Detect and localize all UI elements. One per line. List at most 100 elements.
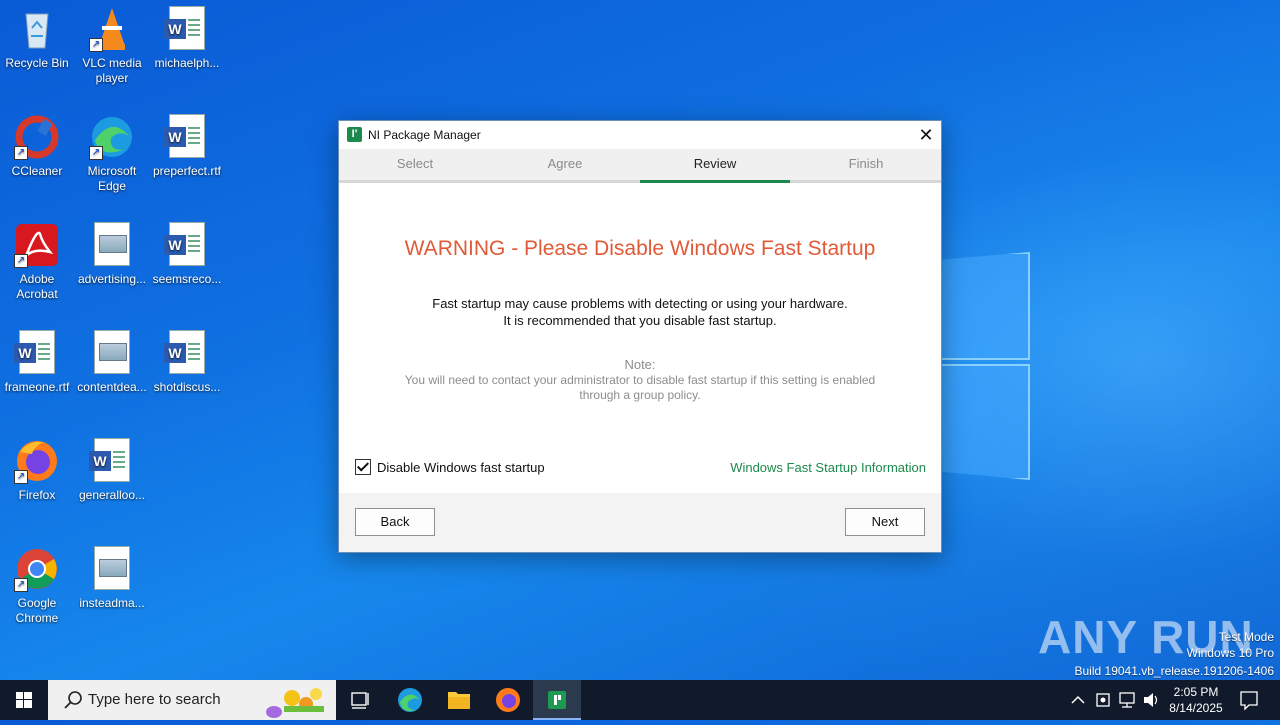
taskbar-clock[interactable]: 2:05 PM 8/14/2025 bbox=[1162, 684, 1230, 716]
desktop-icon[interactable]: contentdea... bbox=[75, 324, 149, 395]
desktop-icon[interactable]: ↗ VLC media player bbox=[75, 0, 149, 86]
step-finish: Finish bbox=[848, 156, 884, 171]
speaker-icon bbox=[1144, 693, 1158, 707]
desktop-icon[interactable]: ↗ CCleaner bbox=[0, 108, 74, 179]
desktop-icon[interactable]: Wmichaelph... bbox=[150, 0, 224, 71]
desktop-icon[interactable]: ↗ Google Chrome bbox=[0, 540, 74, 626]
clock-date: 8/14/2025 bbox=[1169, 701, 1223, 715]
task-view-button[interactable] bbox=[336, 680, 384, 720]
desktop-icon-label: advertising... bbox=[77, 272, 147, 286]
step-review: Review bbox=[640, 149, 790, 183]
desktop-icon[interactable]: Recycle Bin bbox=[0, 0, 74, 71]
desktop-icon[interactable]: insteadma... bbox=[75, 540, 149, 611]
recycle-bin-icon bbox=[14, 6, 60, 52]
edge-icon: ↗ bbox=[89, 114, 135, 160]
word-doc-icon: W bbox=[164, 114, 210, 160]
desktop-icon-label: Firefox bbox=[18, 488, 56, 502]
word-doc-icon: W bbox=[164, 330, 210, 376]
shortcut-arrow-icon: ↗ bbox=[89, 38, 103, 52]
fast-startup-checkbox-row[interactable]: Disable Windows fast startup bbox=[355, 459, 545, 475]
message-line-2: It is recommended that you disable fast … bbox=[503, 313, 777, 328]
folder-icon bbox=[448, 692, 470, 709]
windows-start-icon bbox=[16, 692, 32, 708]
desktop-icon[interactable]: Wpreperfect.rtf bbox=[150, 108, 224, 179]
tray-network-button[interactable] bbox=[1116, 680, 1138, 720]
close-button[interactable]: ✕ bbox=[911, 121, 941, 149]
windows-logo-wallpaper bbox=[930, 240, 1030, 480]
device-icon bbox=[1096, 693, 1110, 707]
desktop-icon[interactable]: ↗ Adobe Acrobat bbox=[0, 216, 74, 302]
warning-heading: WARNING - Please Disable Windows Fast St… bbox=[404, 237, 876, 260]
ccleaner-icon: ↗ bbox=[14, 114, 60, 160]
build-label: Build 19041.vb_release.191206-1406 bbox=[1074, 664, 1275, 678]
review-content: WARNING - Please Disable Windows Fast St… bbox=[339, 183, 941, 493]
firefox-icon bbox=[496, 688, 520, 712]
taskbar-search-box[interactable]: Type here to search bbox=[48, 680, 336, 720]
note-label: Note: bbox=[624, 357, 656, 372]
show-hidden-icons-button[interactable] bbox=[1066, 680, 1090, 720]
taskbar: Type here to search 2:05 PM 8/14/2025 bbox=[0, 680, 1280, 720]
image-file-icon bbox=[89, 330, 135, 376]
edge-icon bbox=[398, 688, 422, 712]
desktop-icon-label: Adobe Acrobat bbox=[16, 272, 58, 301]
start-button[interactable] bbox=[0, 680, 48, 720]
ni-package-manager-icon bbox=[548, 691, 566, 709]
taskbar-file-explorer-button[interactable] bbox=[435, 680, 483, 720]
task-view-icon bbox=[351, 692, 369, 709]
wizard-steps: Select Agree Review Finish bbox=[339, 149, 941, 183]
step-agree: Agree bbox=[547, 156, 583, 171]
word-doc-icon: W bbox=[164, 6, 210, 52]
clock-time: 2:05 PM bbox=[1173, 685, 1219, 699]
chevron-up-icon bbox=[1071, 695, 1085, 704]
action-center-button[interactable] bbox=[1234, 680, 1264, 720]
firefox-icon: ↗ bbox=[14, 438, 60, 484]
taskbar-edge-button[interactable] bbox=[386, 680, 434, 720]
step-select: Select bbox=[396, 156, 434, 171]
desktop-icon-label: frameone.rtf bbox=[4, 380, 70, 394]
desktop-icon[interactable]: Wframeone.rtf bbox=[0, 324, 74, 395]
next-button[interactable]: Next bbox=[845, 508, 925, 536]
desktop-icon-label: VLC media player bbox=[82, 56, 142, 85]
desktop-icon[interactable]: ↗ Firefox bbox=[0, 432, 74, 503]
desktop-icon-label: Google Chrome bbox=[15, 596, 59, 625]
test-mode-label: Test Mode bbox=[1218, 630, 1274, 644]
ni-package-manager-icon: I' bbox=[347, 127, 362, 142]
fast-startup-info-link[interactable]: Windows Fast Startup Information bbox=[730, 460, 926, 475]
desktop-icon[interactable]: advertising... bbox=[75, 216, 149, 287]
tray-volume-button[interactable] bbox=[1140, 680, 1162, 720]
shortcut-arrow-icon: ↗ bbox=[14, 146, 28, 160]
fast-startup-checkbox[interactable] bbox=[355, 459, 371, 475]
window-title: NI Package Manager bbox=[368, 128, 481, 142]
search-highlight-flowers-icon bbox=[266, 688, 324, 718]
desktop-icon-label: contentdea... bbox=[77, 380, 147, 394]
tray-device-button[interactable] bbox=[1092, 680, 1114, 720]
desktop-icon-label: michaelph... bbox=[154, 56, 220, 70]
taskbar-ni-package-manager-button[interactable] bbox=[533, 680, 581, 720]
back-button[interactable]: Back bbox=[355, 508, 435, 536]
desktop-icon[interactable]: Wseemsreco... bbox=[150, 216, 224, 287]
image-file-icon bbox=[89, 222, 135, 268]
message-line-1: Fast startup may cause problems with det… bbox=[432, 296, 848, 311]
desktop-icon-label: seemsreco... bbox=[152, 272, 222, 286]
taskbar-firefox-button[interactable] bbox=[484, 680, 532, 720]
word-doc-icon: W bbox=[164, 222, 210, 268]
note-text: You will need to contact your administra… bbox=[404, 373, 876, 402]
title-bar[interactable]: I' NI Package Manager ✕ bbox=[339, 121, 941, 149]
ni-package-manager-dialog: I' NI Package Manager ✕ Select Agree Rev… bbox=[338, 120, 942, 553]
desktop-icon-label: shotdiscus... bbox=[153, 380, 221, 394]
image-file-icon bbox=[89, 546, 135, 592]
fast-startup-checkbox-label[interactable]: Disable Windows fast startup bbox=[377, 460, 545, 475]
search-placeholder: Type here to search bbox=[88, 691, 221, 708]
shortcut-arrow-icon: ↗ bbox=[89, 146, 103, 160]
desktop-icon[interactable]: ↗ Microsoft Edge bbox=[75, 108, 149, 194]
desktop-icon-label: preperfect.rtf bbox=[152, 164, 222, 178]
chrome-icon: ↗ bbox=[14, 546, 60, 592]
desktop-icon-label: Microsoft Edge bbox=[87, 164, 137, 193]
desktop-icon[interactable]: Wshotdiscus... bbox=[150, 324, 224, 395]
shortcut-arrow-icon: ↗ bbox=[14, 254, 28, 268]
word-doc-icon: W bbox=[14, 330, 60, 376]
desktop-icon[interactable]: Wgeneralloo... bbox=[75, 432, 149, 503]
vlc-icon: ↗ bbox=[89, 6, 135, 52]
network-icon bbox=[1119, 692, 1135, 708]
word-doc-icon: W bbox=[89, 438, 135, 484]
